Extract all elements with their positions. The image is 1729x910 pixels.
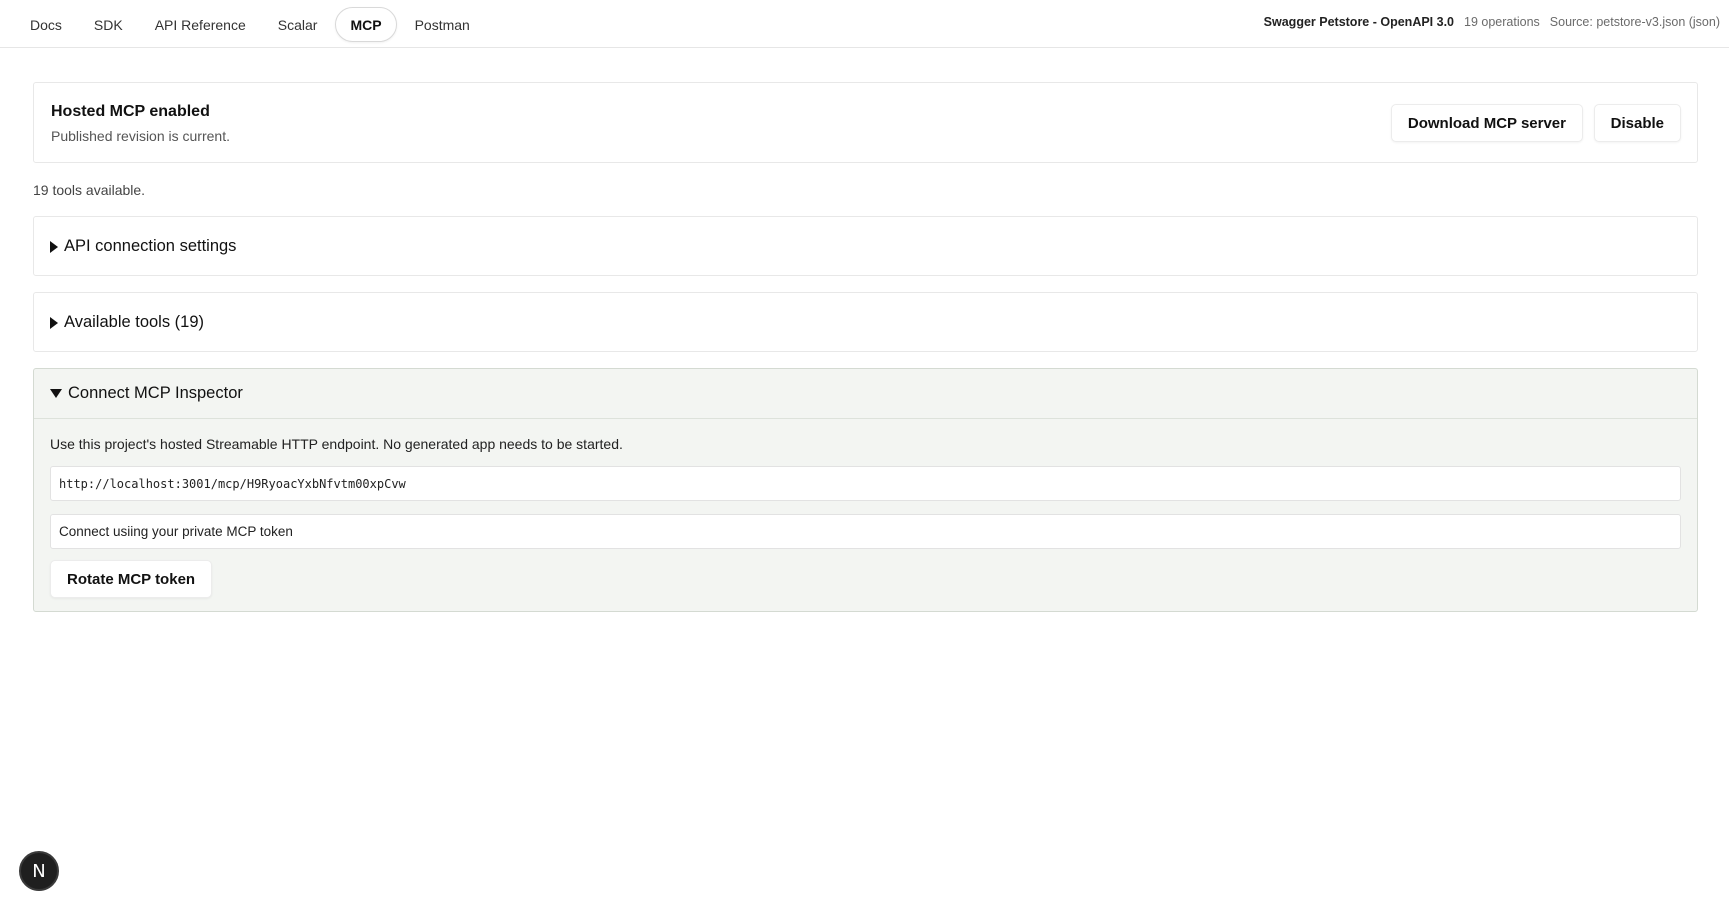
tab-postman[interactable]: Postman (401, 7, 484, 42)
main-content: Hosted MCP enabled Published revision is… (33, 82, 1698, 612)
tab-docs[interactable]: Docs (16, 7, 76, 42)
spec-source: Source: petstore-v3.json (json) (1549, 15, 1720, 29)
top-navigation: Docs SDK API Reference Scalar MCP Postma… (0, 0, 1729, 48)
tab-bar: Docs SDK API Reference Scalar MCP Postma… (16, 7, 484, 42)
download-mcp-server-button[interactable]: Download MCP server (1390, 104, 1583, 142)
dev-tools-badge-icon[interactable]: N (19, 851, 59, 891)
inspector-header: Connect MCP Inspector (34, 369, 1697, 419)
tab-sdk[interactable]: SDK (80, 7, 137, 42)
api-connection-settings-toggle[interactable]: API connection settings (50, 237, 236, 256)
connect-mcp-inspector-toggle[interactable]: Connect MCP Inspector (50, 384, 243, 403)
tab-mcp[interactable]: MCP (335, 7, 397, 42)
status-subtitle: Published revision is current. (51, 128, 230, 144)
section-label: Connect MCP Inspector (68, 384, 243, 402)
caret-down-icon (50, 389, 62, 398)
private-token-field[interactable]: Connect usiing your private MCP token (50, 514, 1681, 549)
inspector-description: Use this project's hosted Streamable HTT… (50, 436, 623, 452)
section-label: Available tools (19) (64, 313, 205, 331)
disable-button[interactable]: Disable (1593, 104, 1681, 142)
tab-api-reference[interactable]: API Reference (141, 7, 260, 42)
section-label: API connection settings (64, 237, 237, 255)
caret-right-icon (50, 316, 58, 329)
operations-count: 19 operations (1464, 15, 1540, 29)
badge-letter: N (32, 860, 46, 882)
rotate-mcp-token-button[interactable]: Rotate MCP token (50, 560, 213, 598)
available-tools-section: Available tools (19) (33, 292, 1698, 352)
spec-meta: Swagger Petstore - OpenAPI 3.0 19 operat… (1264, 15, 1720, 29)
api-connection-settings-section: API connection settings (33, 216, 1698, 276)
hosted-mcp-status-card: Hosted MCP enabled Published revision is… (33, 82, 1698, 163)
status-title: Hosted MCP enabled (51, 103, 210, 120)
tab-scalar[interactable]: Scalar (264, 7, 332, 42)
available-tools-toggle[interactable]: Available tools (19) (50, 313, 204, 332)
connect-mcp-inspector-section: Connect MCP Inspector Use this project's… (33, 368, 1698, 612)
tools-count-text: 19 tools available. (33, 182, 146, 198)
caret-right-icon (50, 240, 58, 253)
endpoint-url-field[interactable]: http://localhost:3001/mcp/H9RyoacYxbNfvt… (50, 466, 1681, 501)
spec-title: Swagger Petstore - OpenAPI 3.0 (1263, 15, 1455, 29)
